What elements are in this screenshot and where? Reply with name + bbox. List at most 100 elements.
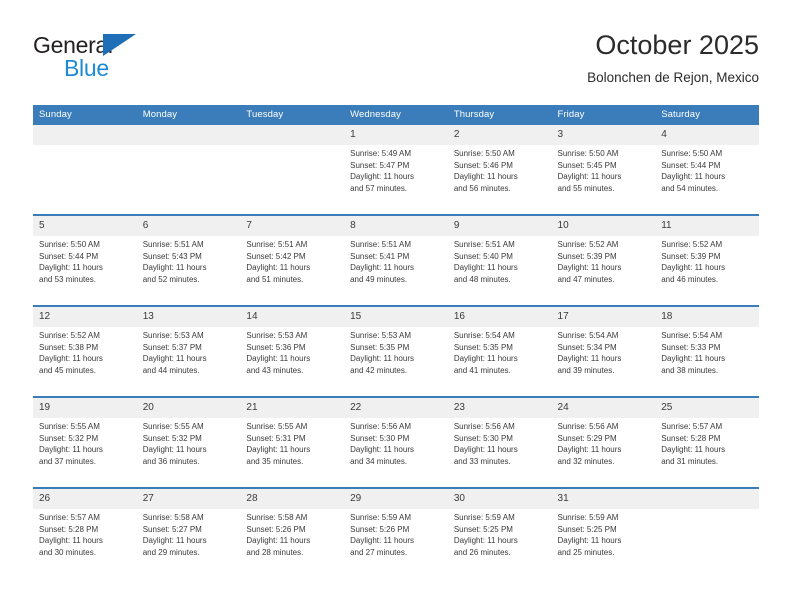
day-number: 19	[33, 398, 137, 418]
sunrise-time: Sunrise: 5:55 AM	[142, 422, 204, 431]
day-number: 15	[344, 307, 448, 327]
day-number: 18	[655, 307, 759, 327]
day-cell[interactable]: 7 Sunrise: 5:51 AM Sunset: 5:42 PM Daylight…	[240, 214, 345, 306]
daylight-duration-line1: Daylight: 11 hours	[557, 263, 622, 273]
day-number: 21	[240, 398, 345, 418]
daylight-duration-line1: Daylight: 11 hours	[453, 263, 518, 273]
day-number: 24	[551, 398, 656, 418]
daylight-duration-line2: and 46 minutes.	[661, 274, 719, 284]
day-cell-details: Sunrise: 5:52 AM Sunset: 5:39 PM Daylight:…	[655, 236, 759, 285]
sunset-time: Sunset: 5:40 PM	[453, 251, 513, 261]
day-cell[interactable]: 5 Sunrise: 5:50 AM Sunset: 5:44 PM Daylight…	[33, 214, 137, 306]
day-cell[interactable]: 28 Sunrise: 5:58 AM Sunset: 5:26 PM Dayligh…	[240, 487, 345, 578]
day-cell-details: Sunrise: 5:52 AM Sunset: 5:38 PM Daylight:…	[33, 327, 137, 376]
day-cell-details: Sunrise: 5:51 AM Sunset: 5:43 PM Daylight:…	[137, 236, 241, 285]
day-cell[interactable]: 31 Sunrise: 5:59 AM Sunset: 5:25 PM Dayligh…	[551, 487, 656, 578]
daylight-duration-line1: Daylight: 11 hours	[661, 354, 726, 364]
day-cell-details: Sunrise: 5:53 AM Sunset: 5:36 PM Daylight:…	[240, 327, 344, 376]
day-number: 10	[551, 216, 656, 236]
weekday-header-friday: Friday	[551, 105, 656, 125]
day-cell-details: Sunrise: 5:54 AM Sunset: 5:35 PM Daylight:…	[448, 327, 552, 376]
day-cell[interactable]: 4 Sunrise: 5:50 AM Sunset: 5:44 PM Daylight…	[655, 125, 759, 215]
sunset-time: Sunset: 5:26 PM	[246, 524, 306, 534]
day-number: 8	[344, 216, 448, 236]
day-cell[interactable]: 26 Sunrise: 5:57 AM Sunset: 5:28 PM Dayligh…	[33, 487, 137, 578]
daylight-duration-line1: Daylight: 11 hours	[661, 172, 726, 182]
sunrise-time: Sunrise: 5:54 AM	[661, 331, 723, 340]
daylight-duration-line2: and 32 minutes.	[557, 456, 615, 466]
day-cell[interactable]: 14 Sunrise: 5:53 AM Sunset: 5:36 PM Dayligh…	[240, 305, 345, 397]
day-cell[interactable]: 23 Sunrise: 5:56 AM Sunset: 5:30 PM Dayligh…	[447, 396, 552, 488]
day-cell[interactable]: 21 Sunrise: 5:55 AM Sunset: 5:31 PM Dayligh…	[240, 396, 345, 488]
day-cell[interactable]: 11 Sunrise: 5:52 AM Sunset: 5:39 PM Dayligh…	[655, 214, 759, 306]
daylight-duration-line1: Daylight: 11 hours	[39, 354, 103, 364]
calendar-table: Sunday Monday Tuesday Wednesday Thursday…	[33, 105, 759, 578]
sunrise-time: Sunrise: 5:56 AM	[453, 422, 515, 431]
sunrise-time: Sunrise: 5:52 AM	[557, 240, 619, 249]
day-cell[interactable]: 12 Sunrise: 5:52 AM Sunset: 5:38 PM Dayligh…	[33, 305, 137, 397]
sunset-time: Sunset: 5:28 PM	[39, 524, 99, 534]
sunrise-time: Sunrise: 5:50 AM	[39, 240, 100, 249]
day-cell[interactable]: 29 Sunrise: 5:59 AM Sunset: 5:26 PM Dayligh…	[344, 487, 448, 578]
day-number	[655, 489, 759, 509]
sunset-time: Sunset: 5:39 PM	[661, 251, 721, 261]
sunrise-time: Sunrise: 5:53 AM	[350, 331, 412, 340]
day-number: 11	[655, 216, 759, 236]
weekday-header-thursday: Thursday	[447, 105, 552, 125]
day-number: 13	[136, 307, 241, 327]
daylight-duration-line1: Daylight: 11 hours	[246, 354, 311, 364]
sunset-time: Sunset: 5:33 PM	[661, 342, 721, 352]
day-cell[interactable]: 8 Sunrise: 5:51 AM Sunset: 5:41 PM Daylight…	[344, 214, 448, 306]
sunset-time: Sunset: 5:44 PM	[661, 160, 721, 170]
daylight-duration-line2: and 54 minutes.	[661, 183, 719, 193]
calendar-page: General Blue October 2025 Bolonchen de R…	[0, 0, 792, 612]
day-cell[interactable]: 9 Sunrise: 5:51 AM Sunset: 5:40 PM Daylight…	[447, 214, 552, 306]
day-cell[interactable]: 6 Sunrise: 5:51 AM Sunset: 5:43 PM Daylight…	[136, 214, 241, 306]
day-cell[interactable]: 2 Sunrise: 5:50 AM Sunset: 5:46 PM Daylight…	[447, 125, 552, 215]
daylight-duration-line1: Daylight: 11 hours	[557, 172, 622, 182]
day-cell[interactable]: 15 Sunrise: 5:53 AM Sunset: 5:35 PM Dayligh…	[344, 305, 448, 397]
sunrise-time: Sunrise: 5:51 AM	[453, 240, 515, 249]
sunrise-time: Sunrise: 5:59 AM	[557, 513, 619, 522]
sunset-time: Sunset: 5:25 PM	[453, 524, 513, 534]
day-cell[interactable]: 19 Sunrise: 5:55 AM Sunset: 5:32 PM Dayligh…	[33, 396, 137, 488]
daylight-duration-line2: and 49 minutes.	[350, 274, 408, 284]
daylight-duration-line2: and 45 minutes.	[39, 365, 96, 375]
daylight-duration-line1: Daylight: 11 hours	[39, 536, 103, 546]
day-number: 5	[33, 216, 137, 236]
day-cell-details: Sunrise: 5:58 AM Sunset: 5:27 PM Daylight:…	[137, 509, 241, 558]
day-cell[interactable]: 16 Sunrise: 5:54 AM Sunset: 5:35 PM Dayligh…	[447, 305, 552, 397]
day-cell-empty	[655, 487, 759, 578]
generalblue-logo[interactable]: General Blue	[33, 32, 213, 88]
daylight-duration-line2: and 39 minutes.	[557, 365, 615, 375]
sunset-time: Sunset: 5:37 PM	[142, 342, 202, 352]
sunset-time: Sunset: 5:41 PM	[350, 251, 410, 261]
day-number: 17	[551, 307, 656, 327]
daylight-duration-line2: and 30 minutes.	[39, 547, 96, 557]
day-cell-empty	[240, 125, 345, 215]
day-cell[interactable]: 27 Sunrise: 5:58 AM Sunset: 5:27 PM Dayligh…	[136, 487, 241, 578]
day-cell[interactable]: 17 Sunrise: 5:54 AM Sunset: 5:34 PM Dayligh…	[551, 305, 656, 397]
sunset-time: Sunset: 5:38 PM	[39, 342, 99, 352]
day-cell[interactable]: 30 Sunrise: 5:59 AM Sunset: 5:25 PM Dayligh…	[447, 487, 552, 578]
daylight-duration-line2: and 42 minutes.	[350, 365, 408, 375]
day-cell[interactable]: 13 Sunrise: 5:53 AM Sunset: 5:37 PM Dayligh…	[136, 305, 241, 397]
day-cell[interactable]: 10 Sunrise: 5:52 AM Sunset: 5:39 PM Dayligh…	[551, 214, 656, 306]
sunset-time: Sunset: 5:30 PM	[453, 433, 513, 443]
day-cell[interactable]: 3 Sunrise: 5:50 AM Sunset: 5:45 PM Daylight…	[551, 125, 656, 215]
day-cell-details: Sunrise: 5:57 AM Sunset: 5:28 PM Daylight:…	[655, 418, 759, 467]
calendar-week-row: 1 Sunrise: 5:49 AM Sunset: 5:47 PM Daylight…	[33, 125, 759, 215]
sunset-time: Sunset: 5:26 PM	[350, 524, 410, 534]
day-cell[interactable]: 18 Sunrise: 5:54 AM Sunset: 5:33 PM Dayligh…	[655, 305, 759, 397]
day-number: 29	[344, 489, 448, 509]
sunrise-time: Sunrise: 5:55 AM	[246, 422, 308, 431]
day-cell[interactable]: 1 Sunrise: 5:49 AM Sunset: 5:47 PM Daylight…	[344, 125, 448, 215]
day-cell[interactable]: 22 Sunrise: 5:56 AM Sunset: 5:30 PM Dayligh…	[344, 396, 448, 488]
day-cell[interactable]: 20 Sunrise: 5:55 AM Sunset: 5:32 PM Dayligh…	[136, 396, 241, 488]
title-block: October 2025 Bolonchen de Rejon, Mexico	[587, 28, 759, 88]
daylight-duration-line1: Daylight: 11 hours	[661, 263, 726, 273]
day-cell-details: Sunrise: 5:56 AM Sunset: 5:30 PM Daylight:…	[448, 418, 552, 467]
day-cell[interactable]: 25 Sunrise: 5:57 AM Sunset: 5:28 PM Dayligh…	[655, 396, 759, 488]
day-cell[interactable]: 24 Sunrise: 5:56 AM Sunset: 5:29 PM Dayligh…	[551, 396, 656, 488]
day-cell-details: Sunrise: 5:56 AM Sunset: 5:29 PM Daylight:…	[552, 418, 656, 467]
